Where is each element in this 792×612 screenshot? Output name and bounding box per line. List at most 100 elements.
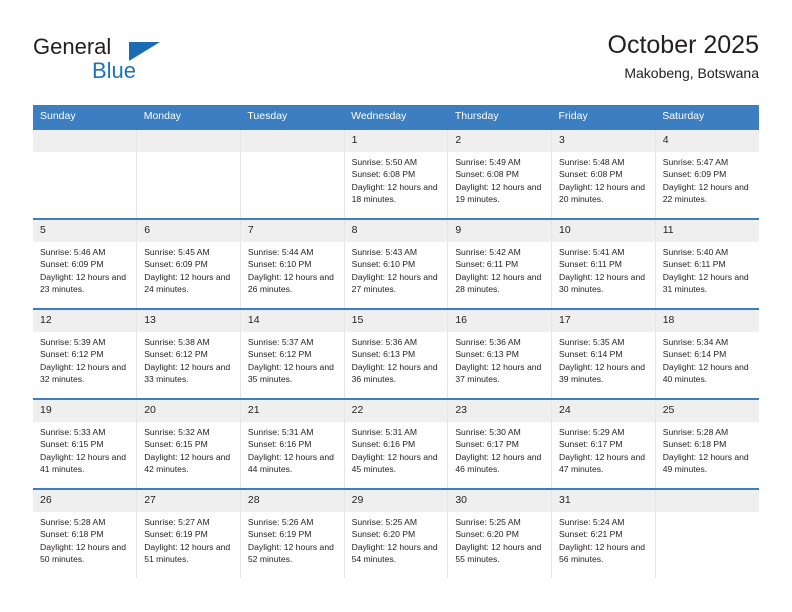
calendar-day-cell-empty	[239, 129, 345, 219]
calendar-day-cell[interactable]: 15 Sunrise: 5:36 AM Sunset: 6:13 PM Dayligh…	[343, 309, 449, 399]
day-details: Sunrise: 5:28 AM Sunset: 6:18 PM Daylight:…	[656, 422, 759, 476]
calendar-day-cell[interactable]: 28 Sunrise: 5:26 AM Sunset: 6:19 PM Dayligh…	[239, 489, 345, 578]
daylight-text: Daylight: 12 hours and 33 minutes.	[144, 361, 231, 385]
daylight-text: Daylight: 12 hours and 19 minutes.	[455, 181, 542, 205]
sunset-text: Sunset: 6:17 PM	[455, 439, 519, 450]
calendar-week-row: 26 Sunrise: 5:28 AM Sunset: 6:18 PM Dayligh…	[33, 489, 759, 578]
sunset-text: Sunset: 6:09 PM	[662, 169, 727, 180]
sunrise-text: Sunrise: 5:38 AM	[144, 337, 210, 347]
calendar-day-cell[interactable]: 26 Sunrise: 5:28 AM Sunset: 6:18 PM Dayligh…	[33, 489, 138, 578]
daylight-text: Daylight: 12 hours and 27 minutes.	[351, 271, 438, 295]
calendar-day-cell-empty	[654, 489, 759, 578]
daylight-text: Daylight: 12 hours and 54 minutes.	[351, 541, 438, 565]
calendar-day-cell[interactable]: 19 Sunrise: 5:33 AM Sunset: 6:15 PM Dayligh…	[33, 399, 138, 489]
sunrise-text: Sunrise: 5:44 AM	[247, 247, 314, 257]
sunrise-text: Sunrise: 5:43 AM	[351, 247, 418, 257]
calendar-day-cell[interactable]: 29 Sunrise: 5:25 AM Sunset: 6:20 PM Dayligh…	[343, 489, 449, 578]
sunrise-text: Sunrise: 5:36 AM	[351, 337, 418, 347]
day-number: 29	[344, 490, 448, 512]
day-details: Sunrise: 5:24 AM Sunset: 6:21 PM Daylight:…	[552, 512, 655, 566]
sunset-text: Sunset: 6:16 PM	[351, 439, 416, 450]
day-number: 4	[655, 130, 759, 152]
daylight-text: Daylight: 12 hours and 52 minutes.	[247, 541, 334, 565]
calendar-day-cell[interactable]: 17 Sunrise: 5:35 AM Sunset: 6:14 PM Dayligh…	[551, 309, 656, 399]
calendar-day-cell[interactable]: 30 Sunrise: 5:25 AM Sunset: 6:20 PM Dayligh…	[447, 489, 553, 578]
calendar-header-row: Sunday Monday Tuesday Wednesday Thursday…	[33, 105, 759, 129]
daylight-text: Daylight: 12 hours and 36 minutes.	[351, 361, 438, 385]
day-number: 6	[137, 220, 240, 242]
daylight-text: Daylight: 12 hours and 40 minutes.	[662, 361, 749, 385]
calendar-week-row: 5 Sunrise: 5:46 AM Sunset: 6:09 PM Daylight…	[33, 219, 759, 309]
calendar-day-cell[interactable]: 20 Sunrise: 5:32 AM Sunset: 6:15 PM Dayligh…	[136, 399, 241, 489]
daylight-text: Daylight: 12 hours and 56 minutes.	[559, 541, 646, 565]
calendar-day-cell[interactable]: 9 Sunrise: 5:42 AM Sunset: 6:11 PM Daylight…	[447, 219, 553, 309]
sunset-text: Sunset: 6:18 PM	[40, 529, 104, 540]
day-number: 13	[137, 310, 240, 332]
sunset-text: Sunset: 6:18 PM	[662, 439, 727, 450]
sunrise-text: Sunrise: 5:39 AM	[40, 337, 106, 347]
calendar-day-cell[interactable]: 8 Sunrise: 5:43 AM Sunset: 6:10 PM Daylight…	[343, 219, 449, 309]
sunset-text: Sunset: 6:08 PM	[559, 169, 623, 180]
calendar-day-cell[interactable]: 4 Sunrise: 5:47 AM Sunset: 6:09 PM Daylight…	[654, 129, 759, 219]
calendar-day-cell[interactable]: 25 Sunrise: 5:28 AM Sunset: 6:18 PM Dayligh…	[654, 399, 759, 489]
weekday-header-wednesday: Wednesday	[344, 105, 448, 129]
calendar-day-cell[interactable]: 16 Sunrise: 5:36 AM Sunset: 6:13 PM Dayligh…	[447, 309, 553, 399]
sunset-text: Sunset: 6:15 PM	[40, 439, 104, 450]
calendar-day-cell[interactable]: 11 Sunrise: 5:40 AM Sunset: 6:11 PM Dayligh…	[654, 219, 759, 309]
title-block: October 2025 Makobeng, Botswana	[608, 30, 760, 82]
calendar-day-cell[interactable]: 27 Sunrise: 5:27 AM Sunset: 6:19 PM Dayligh…	[136, 489, 241, 578]
calendar-day-cell[interactable]: 6 Sunrise: 5:45 AM Sunset: 6:09 PM Daylight…	[136, 219, 241, 309]
day-details: Sunrise: 5:26 AM Sunset: 6:19 PM Daylight:…	[241, 512, 344, 566]
daylight-text: Daylight: 12 hours and 50 minutes.	[40, 541, 126, 565]
day-details: Sunrise: 5:40 AM Sunset: 6:11 PM Daylight:…	[656, 242, 759, 296]
calendar-day-cell[interactable]: 1 Sunrise: 5:50 AM Sunset: 6:08 PM Daylight…	[343, 129, 449, 219]
calendar-day-cell[interactable]: 23 Sunrise: 5:30 AM Sunset: 6:17 PM Dayligh…	[447, 399, 553, 489]
daylight-text: Daylight: 12 hours and 18 minutes.	[351, 181, 438, 205]
daylight-text: Daylight: 12 hours and 45 minutes.	[351, 451, 438, 475]
calendar-day-cell[interactable]: 14 Sunrise: 5:37 AM Sunset: 6:12 PM Dayligh…	[239, 309, 345, 399]
sunset-text: Sunset: 6:14 PM	[662, 349, 727, 360]
sunset-text: Sunset: 6:08 PM	[351, 169, 416, 180]
day-details: Sunrise: 5:36 AM Sunset: 6:13 PM Daylight:…	[448, 332, 551, 386]
calendar-day-cell[interactable]: 31 Sunrise: 5:24 AM Sunset: 6:21 PM Dayligh…	[551, 489, 656, 578]
day-number: 10	[552, 220, 655, 242]
general-blue-logo[interactable]: General Blue	[33, 34, 253, 92]
sunrise-text: Sunrise: 5:50 AM	[351, 157, 418, 167]
sunrise-text: Sunrise: 5:28 AM	[662, 427, 729, 437]
sunrise-text: Sunrise: 5:30 AM	[455, 427, 521, 437]
sunset-text: Sunset: 6:19 PM	[247, 529, 312, 540]
sunset-text: Sunset: 6:11 PM	[662, 259, 726, 270]
sunrise-text: Sunrise: 5:31 AM	[247, 427, 314, 437]
day-number	[33, 130, 137, 152]
calendar-day-cell[interactable]: 21 Sunrise: 5:31 AM Sunset: 6:16 PM Dayligh…	[239, 399, 345, 489]
calendar-day-cell[interactable]: 18 Sunrise: 5:34 AM Sunset: 6:14 PM Dayligh…	[654, 309, 759, 399]
calendar-day-cell[interactable]: 10 Sunrise: 5:41 AM Sunset: 6:11 PM Dayligh…	[551, 219, 656, 309]
calendar-day-cell[interactable]: 5 Sunrise: 5:46 AM Sunset: 6:09 PM Daylight…	[33, 219, 138, 309]
calendar-day-cell[interactable]: 13 Sunrise: 5:38 AM Sunset: 6:12 PM Dayligh…	[136, 309, 241, 399]
day-details: Sunrise: 5:43 AM Sunset: 6:10 PM Daylight:…	[345, 242, 448, 296]
day-details: Sunrise: 5:41 AM Sunset: 6:11 PM Daylight:…	[552, 242, 655, 296]
sunrise-text: Sunrise: 5:41 AM	[559, 247, 625, 257]
calendar-day-cell-empty	[33, 129, 138, 219]
calendar-week-row: 19 Sunrise: 5:33 AM Sunset: 6:15 PM Dayligh…	[33, 399, 759, 489]
calendar-body: 1 Sunrise: 5:50 AM Sunset: 6:08 PM Daylight…	[33, 129, 759, 578]
sunrise-text: Sunrise: 5:24 AM	[559, 517, 625, 527]
calendar-day-cell[interactable]: 2 Sunrise: 5:49 AM Sunset: 6:08 PM Daylight…	[447, 129, 553, 219]
day-details: Sunrise: 5:25 AM Sunset: 6:20 PM Daylight:…	[448, 512, 551, 566]
sunset-text: Sunset: 6:13 PM	[351, 349, 416, 360]
calendar-day-cell[interactable]: 3 Sunrise: 5:48 AM Sunset: 6:08 PM Daylight…	[551, 129, 656, 219]
day-number: 11	[655, 220, 759, 242]
calendar-day-cell[interactable]: 22 Sunrise: 5:31 AM Sunset: 6:16 PM Dayligh…	[343, 399, 449, 489]
day-number: 21	[240, 400, 344, 422]
daylight-text: Daylight: 12 hours and 44 minutes.	[247, 451, 334, 475]
day-details: Sunrise: 5:45 AM Sunset: 6:09 PM Daylight:…	[137, 242, 240, 296]
calendar-day-cell[interactable]: 12 Sunrise: 5:39 AM Sunset: 6:12 PM Dayligh…	[33, 309, 138, 399]
daylight-text: Daylight: 12 hours and 28 minutes.	[455, 271, 542, 295]
day-details: Sunrise: 5:49 AM Sunset: 6:08 PM Daylight:…	[448, 152, 551, 206]
calendar-day-cell[interactable]: 24 Sunrise: 5:29 AM Sunset: 6:17 PM Dayligh…	[551, 399, 656, 489]
logo-text-general: General	[33, 34, 112, 59]
weekday-header-monday: Monday	[136, 105, 241, 129]
calendar-day-cell[interactable]: 7 Sunrise: 5:44 AM Sunset: 6:10 PM Daylight…	[239, 219, 345, 309]
sunrise-text: Sunrise: 5:45 AM	[144, 247, 210, 257]
calendar-day-cell-empty	[136, 129, 241, 219]
